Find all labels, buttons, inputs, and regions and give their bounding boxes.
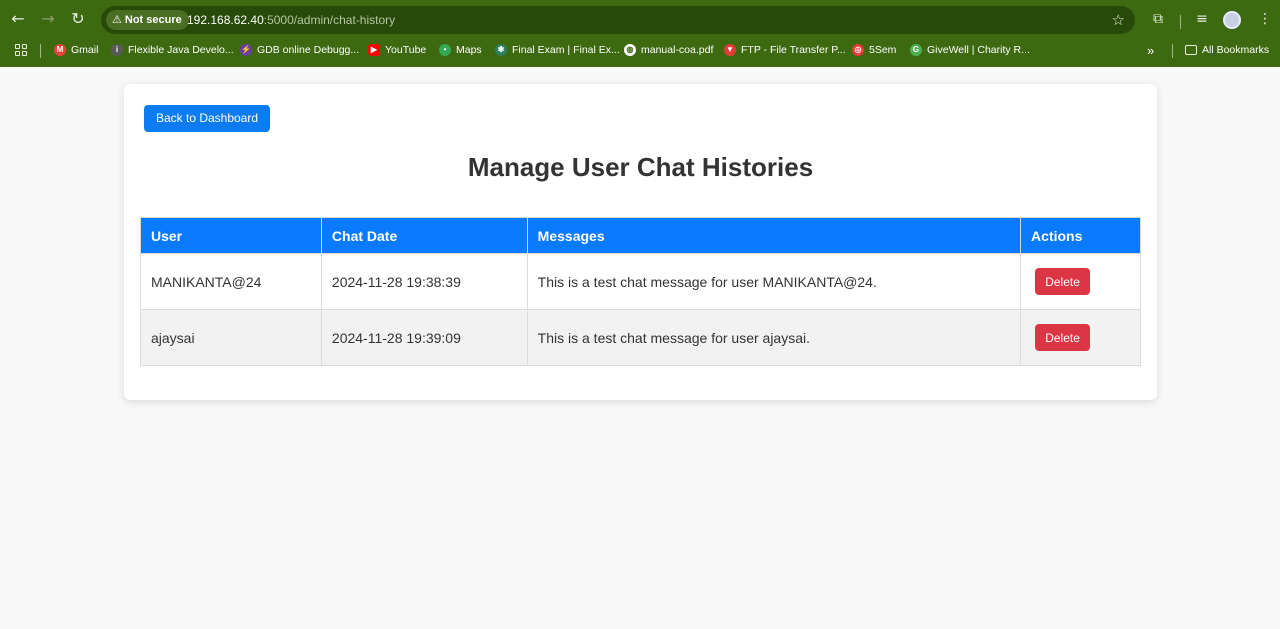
menu-icon[interactable]: ⋮ <box>1254 8 1276 30</box>
table-row: ajaysai 2024-11-28 19:39:09 This is a te… <box>140 309 1141 366</box>
info-icon: i <box>111 44 123 56</box>
bookmark-gmail[interactable]: M Gmail <box>54 40 98 60</box>
bookmark-maps[interactable]: • Maps <box>439 40 482 60</box>
youtube-icon: ▶ <box>368 44 380 56</box>
delete-button[interactable]: Delete <box>1035 324 1091 351</box>
gmail-icon: M <box>54 44 66 56</box>
browser-toolbar: ← → ↻ ⚠ Not secure 192.168.62.40:5000/adm… <box>0 4 1280 34</box>
bookmark-ftp[interactable]: ▼ FTP - File Transfer P... <box>724 40 846 60</box>
back-arrow-icon[interactable]: ← <box>7 8 29 30</box>
forward-arrow-icon[interactable]: → <box>37 8 59 30</box>
security-chip[interactable]: ⚠ Not secure <box>106 10 189 30</box>
bookmarks-bar: M Gmail i Flexible Java Develo... ⚡ GDB onl… <box>0 40 1280 60</box>
url-host: 192.168.62.40 <box>187 13 264 27</box>
globe-icon: ◍ <box>624 44 636 56</box>
cell-chat-date: 2024-11-28 19:38:39 <box>320 253 528 310</box>
bookmark-label: YouTube <box>385 44 427 56</box>
extensions-icon[interactable]: ⧉ <box>1147 8 1169 30</box>
bookmark-gdb[interactable]: ⚡ GDB online Debugg... <box>240 40 359 60</box>
gdb-icon: ⚡ <box>240 44 252 56</box>
givewell-icon: G <box>910 44 922 56</box>
maps-icon: • <box>439 44 451 56</box>
address-bar[interactable]: ⚠ Not secure 192.168.62.40:5000/admin/cha… <box>101 6 1135 34</box>
security-label: Not secure <box>124 14 182 26</box>
bookmark-label: FTP - File Transfer P... <box>741 44 846 56</box>
ftp-icon: ▼ <box>724 44 736 56</box>
cell-message: This is a test chat message for user MAN… <box>526 253 1022 310</box>
bookmark-label: Flexible Java Develo... <box>128 44 234 56</box>
table-row: MANIKANTA@24 2024-11-28 19:38:39 This is… <box>140 253 1141 310</box>
url-path: :5000/admin/chat-history <box>263 13 396 27</box>
warning-icon: ⚠ <box>112 13 122 26</box>
chat-history-table: User Chat Date Messages Actions MANIKANT… <box>140 217 1141 366</box>
toolbar-divider <box>1180 15 1181 29</box>
bookmark-label: Gmail <box>71 44 99 56</box>
delete-button[interactable]: Delete <box>1035 268 1091 295</box>
exam-icon: ✱ <box>495 44 507 56</box>
cell-message: This is a test chat message for user aja… <box>526 309 1022 366</box>
bookmark-youtube[interactable]: ▶ YouTube <box>368 40 426 60</box>
table-header-row: User Chat Date Messages Actions <box>140 217 1141 254</box>
folder-icon <box>1185 45 1197 55</box>
bookmark-label: GDB online Debugg... <box>257 44 360 56</box>
column-header-messages: Messages <box>526 217 1022 254</box>
all-bookmarks-folder[interactable]: All Bookmarks <box>1185 40 1269 60</box>
column-header-user: User <box>140 217 322 254</box>
reload-icon[interactable]: ↻ <box>67 8 89 30</box>
bookmark-label: manual-coa.pdf <box>641 44 714 56</box>
bookmark-label: GiveWell | Charity R... <box>927 44 1030 56</box>
bookmark-label: Maps <box>456 44 482 56</box>
back-to-dashboard-button[interactable]: Back to Dashboard <box>144 105 270 132</box>
column-header-actions: Actions <box>1020 217 1141 254</box>
page-title: Manage User Chat Histories <box>467 152 814 182</box>
bookmark-flexible-java[interactable]: i Flexible Java Develo... <box>111 40 234 60</box>
bookmark-5sem[interactable]: ◎ 5Sem <box>852 40 896 60</box>
cell-actions: Delete <box>1020 309 1141 366</box>
bookmarks-divider <box>1172 44 1173 58</box>
bookmark-givewell[interactable]: G GiveWell | Charity R... <box>910 40 1030 60</box>
cell-actions: Delete <box>1020 253 1141 310</box>
profile-avatar[interactable] <box>1223 11 1241 29</box>
cell-chat-date: 2024-11-28 19:39:09 <box>320 309 528 366</box>
more-bookmarks-chevron-icon[interactable]: » <box>1147 40 1154 60</box>
chat-history-card: Back to Dashboard Manage User Chat Histo… <box>124 84 1157 400</box>
cell-user: MANIKANTA@24 <box>140 253 322 310</box>
column-header-chat-date: Chat Date <box>320 217 528 254</box>
bookmark-label: Final Exam | Final Ex... <box>512 44 620 56</box>
bookmark-final-exam[interactable]: ✱ Final Exam | Final Ex... <box>495 40 620 60</box>
bookmark-manual-coa[interactable]: ◍ manual-coa.pdf <box>624 40 713 60</box>
url-text[interactable]: 192.168.62.40:5000/admin/chat-history <box>187 12 395 28</box>
sem-icon: ◎ <box>852 44 864 56</box>
bookmark-label: All Bookmarks <box>1202 44 1270 56</box>
bookmark-star-icon[interactable]: ☆ <box>1112 10 1125 30</box>
reading-list-icon[interactable]: ≡ <box>1191 8 1213 30</box>
bookmark-label: 5Sem <box>869 44 897 56</box>
cell-user: ajaysai <box>140 309 322 366</box>
browser-chrome: ← → ↻ ⚠ Not secure 192.168.62.40:5000/adm… <box>0 0 1280 67</box>
